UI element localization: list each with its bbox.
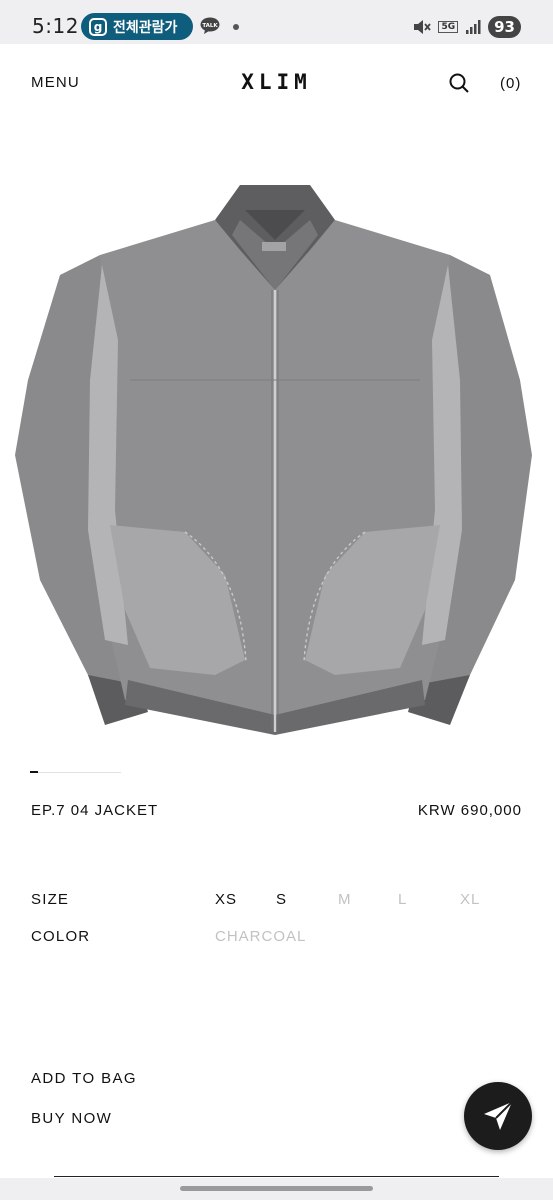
size-option-l[interactable]: L [398, 891, 407, 908]
product-image[interactable] [10, 180, 540, 740]
kakaotalk-icon: TALK [200, 17, 220, 34]
notification-dot [233, 24, 239, 30]
color-option-charcoal[interactable]: CHARCOAL [215, 928, 306, 945]
g-badge-icon: g [89, 17, 107, 36]
share-button[interactable] [464, 1082, 532, 1150]
size-option-xs[interactable]: XS [215, 891, 237, 908]
status-icons: 5G 93 [413, 15, 521, 39]
divider [54, 1176, 499, 1177]
color-label: COLOR [31, 928, 91, 945]
age-rating-text: 전체관람가 [113, 19, 178, 36]
product-price: KRW 690,000 [417, 802, 522, 819]
size-option-s[interactable]: S [276, 891, 287, 908]
size-label: SIZE [31, 891, 70, 908]
brand-logo[interactable]: XLIM [0, 70, 553, 94]
cart-button[interactable]: (0) [500, 75, 521, 92]
add-to-bag-button[interactable]: ADD TO BAG [31, 1070, 137, 1087]
gallery-indicator-active[interactable] [30, 771, 38, 773]
size-option-xl[interactable]: XL [460, 891, 480, 908]
signal-icon [466, 20, 481, 34]
talk-label: TALK [202, 23, 218, 29]
status-time: 5:12 [32, 14, 79, 38]
gallery-indicator-track [30, 772, 121, 773]
search-icon[interactable] [448, 72, 470, 94]
mute-icon [414, 20, 432, 34]
product-name: EP.7 04 JACKET [31, 802, 159, 819]
network-icon: 5G [438, 21, 459, 33]
age-rating-badge: g 전체관람가 [81, 13, 193, 40]
size-option-m[interactable]: M [338, 891, 352, 908]
battery-icon: 93 [488, 16, 521, 38]
home-handle[interactable] [180, 1186, 373, 1191]
status-bar: 5:12 g 전체관람가 TALK 5G 93 [0, 0, 553, 44]
send-icon [484, 1101, 513, 1130]
buy-now-button[interactable]: BUY NOW [31, 1110, 112, 1127]
